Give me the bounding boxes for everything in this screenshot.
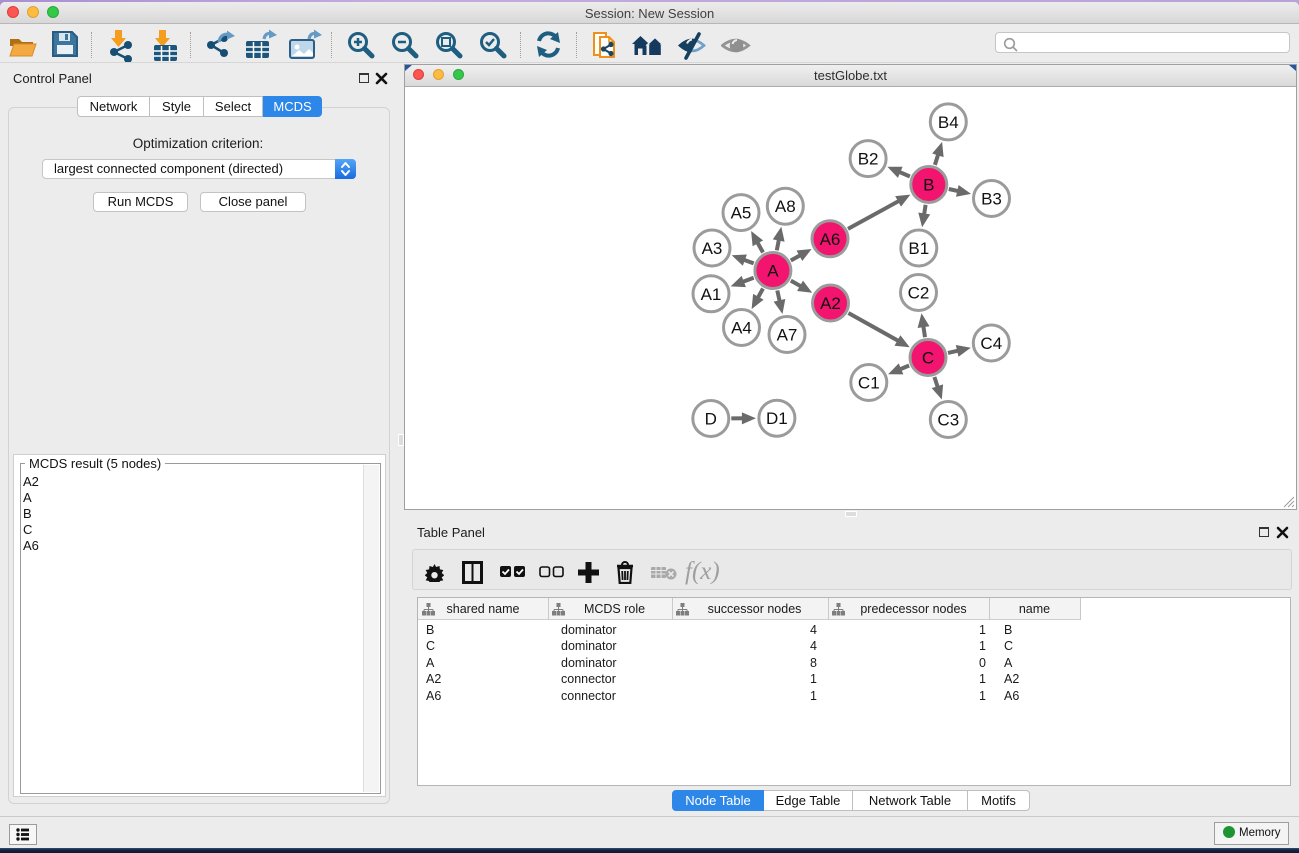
svg-text:D: D bbox=[705, 410, 717, 429]
svg-text:B2: B2 bbox=[858, 150, 879, 169]
svg-text:A4: A4 bbox=[731, 319, 752, 338]
svg-text:C2: C2 bbox=[908, 284, 930, 303]
svg-text:A3: A3 bbox=[702, 239, 723, 258]
svg-text:C1: C1 bbox=[858, 374, 880, 393]
svg-text:B1: B1 bbox=[908, 239, 929, 258]
svg-text:C3: C3 bbox=[937, 411, 959, 430]
svg-text:B: B bbox=[923, 176, 934, 195]
svg-text:B3: B3 bbox=[981, 190, 1002, 209]
svg-text:A5: A5 bbox=[731, 204, 752, 223]
svg-text:C: C bbox=[922, 349, 934, 368]
svg-text:A6: A6 bbox=[820, 230, 841, 249]
svg-text:A8: A8 bbox=[775, 197, 796, 216]
svg-text:D1: D1 bbox=[766, 409, 788, 428]
svg-text:B4: B4 bbox=[938, 113, 959, 132]
svg-text:C4: C4 bbox=[980, 334, 1002, 353]
svg-text:A2: A2 bbox=[820, 294, 841, 313]
svg-text:A1: A1 bbox=[701, 285, 722, 304]
svg-text:A: A bbox=[767, 262, 779, 281]
svg-text:A7: A7 bbox=[777, 326, 798, 345]
